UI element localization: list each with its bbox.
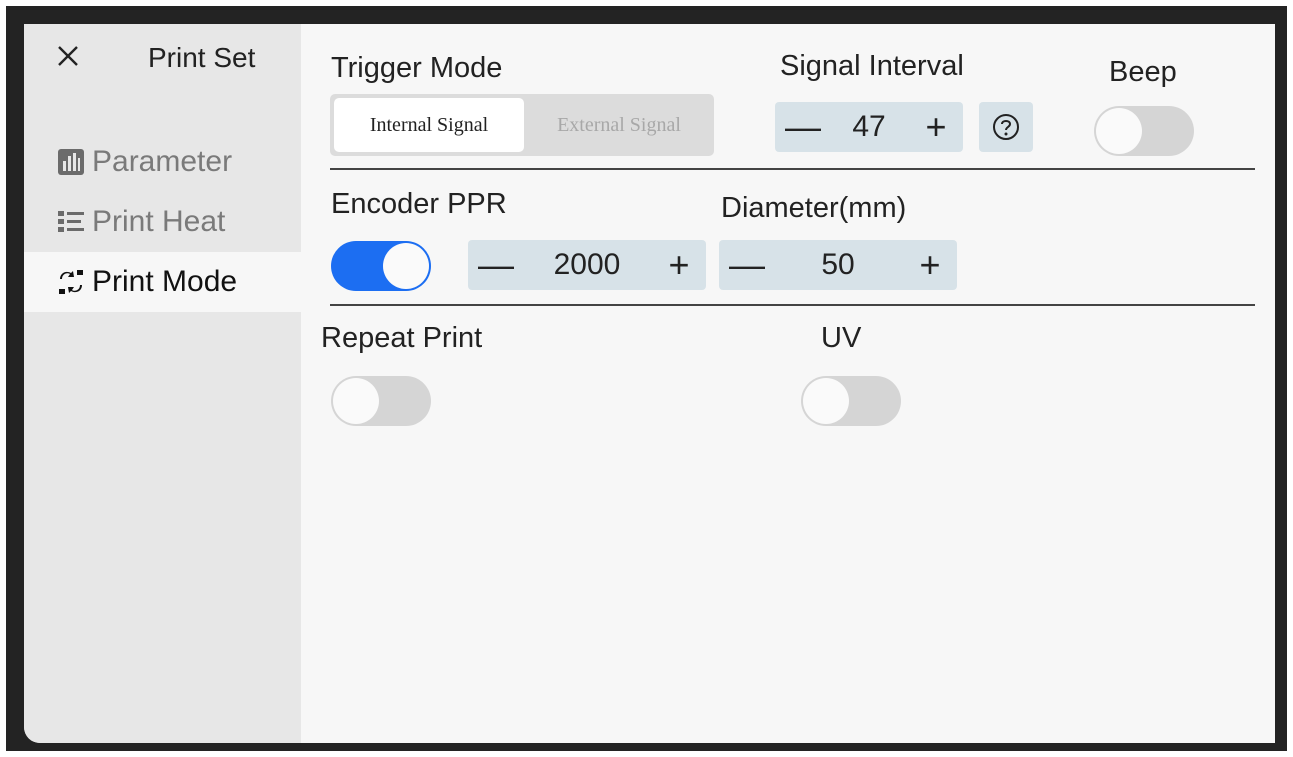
encoder-ppr-label: Encoder PPR	[331, 188, 507, 220]
external-signal-option[interactable]: External Signal	[524, 94, 714, 156]
print-mode-icon	[56, 267, 86, 297]
sidebar-header: Print Set	[24, 24, 301, 104]
toggle-knob	[333, 378, 379, 424]
print-mode-panel: Trigger Mode Internal Signal External Si…	[301, 24, 1275, 743]
sidebar-item-label: Print Mode	[92, 265, 238, 298]
diameter-label: Diameter(mm)	[721, 192, 907, 224]
help-button[interactable]	[979, 102, 1033, 152]
diameter-value[interactable]: 50	[821, 248, 854, 282]
uv-label: UV	[821, 322, 862, 354]
encoder-ppr-toggle[interactable]	[331, 241, 431, 291]
sidebar-item-label: Print Heat	[92, 205, 226, 238]
decrement-button[interactable]: —	[478, 247, 514, 283]
beep-toggle[interactable]	[1094, 106, 1194, 156]
internal-signal-option[interactable]: Internal Signal	[334, 98, 524, 152]
beep-label: Beep	[1109, 56, 1177, 88]
increment-button[interactable]: +	[919, 109, 953, 145]
uv-toggle[interactable]	[801, 376, 901, 426]
signal-interval-label: Signal Interval	[780, 50, 964, 82]
decrement-button[interactable]: —	[729, 247, 765, 283]
sidebar-item-label: Parameter	[92, 145, 233, 178]
toggle-knob	[383, 243, 429, 289]
list-icon	[56, 207, 86, 237]
repeat-print-toggle[interactable]	[331, 376, 431, 426]
question-icon	[993, 114, 1019, 140]
decrement-button[interactable]: —	[785, 109, 821, 145]
repeat-print-label: Repeat Print	[321, 322, 483, 354]
trigger-mode-segmented-control: Internal Signal External Signal	[330, 94, 714, 156]
increment-button[interactable]: +	[913, 247, 947, 283]
sidebar-item-print-mode[interactable]: Print Mode	[24, 252, 301, 312]
signal-interval-stepper: — 47 +	[775, 102, 963, 152]
divider	[330, 304, 1255, 306]
divider	[330, 168, 1255, 170]
print-settings-screen: Print Set Parameter Print Heat Print Mod…	[24, 24, 1275, 743]
encoder-ppr-value[interactable]: 2000	[554, 248, 621, 282]
toggle-knob	[1096, 108, 1142, 154]
sidebar-title: Print Set	[148, 42, 256, 73]
sidebar: Print Set Parameter Print Heat Print Mod…	[24, 24, 301, 743]
toggle-knob	[803, 378, 849, 424]
encoder-ppr-stepper: — 2000 +	[468, 240, 706, 290]
close-icon	[58, 46, 78, 66]
sidebar-item-print-heat[interactable]: Print Heat	[24, 192, 301, 252]
signal-interval-value[interactable]: 47	[852, 110, 885, 144]
close-button[interactable]	[54, 42, 82, 70]
trigger-mode-label: Trigger Mode	[331, 52, 503, 84]
increment-button[interactable]: +	[662, 247, 696, 283]
diameter-stepper: — 50 +	[719, 240, 957, 290]
bar-chart-icon	[56, 147, 86, 177]
sidebar-item-parameter[interactable]: Parameter	[24, 132, 301, 192]
